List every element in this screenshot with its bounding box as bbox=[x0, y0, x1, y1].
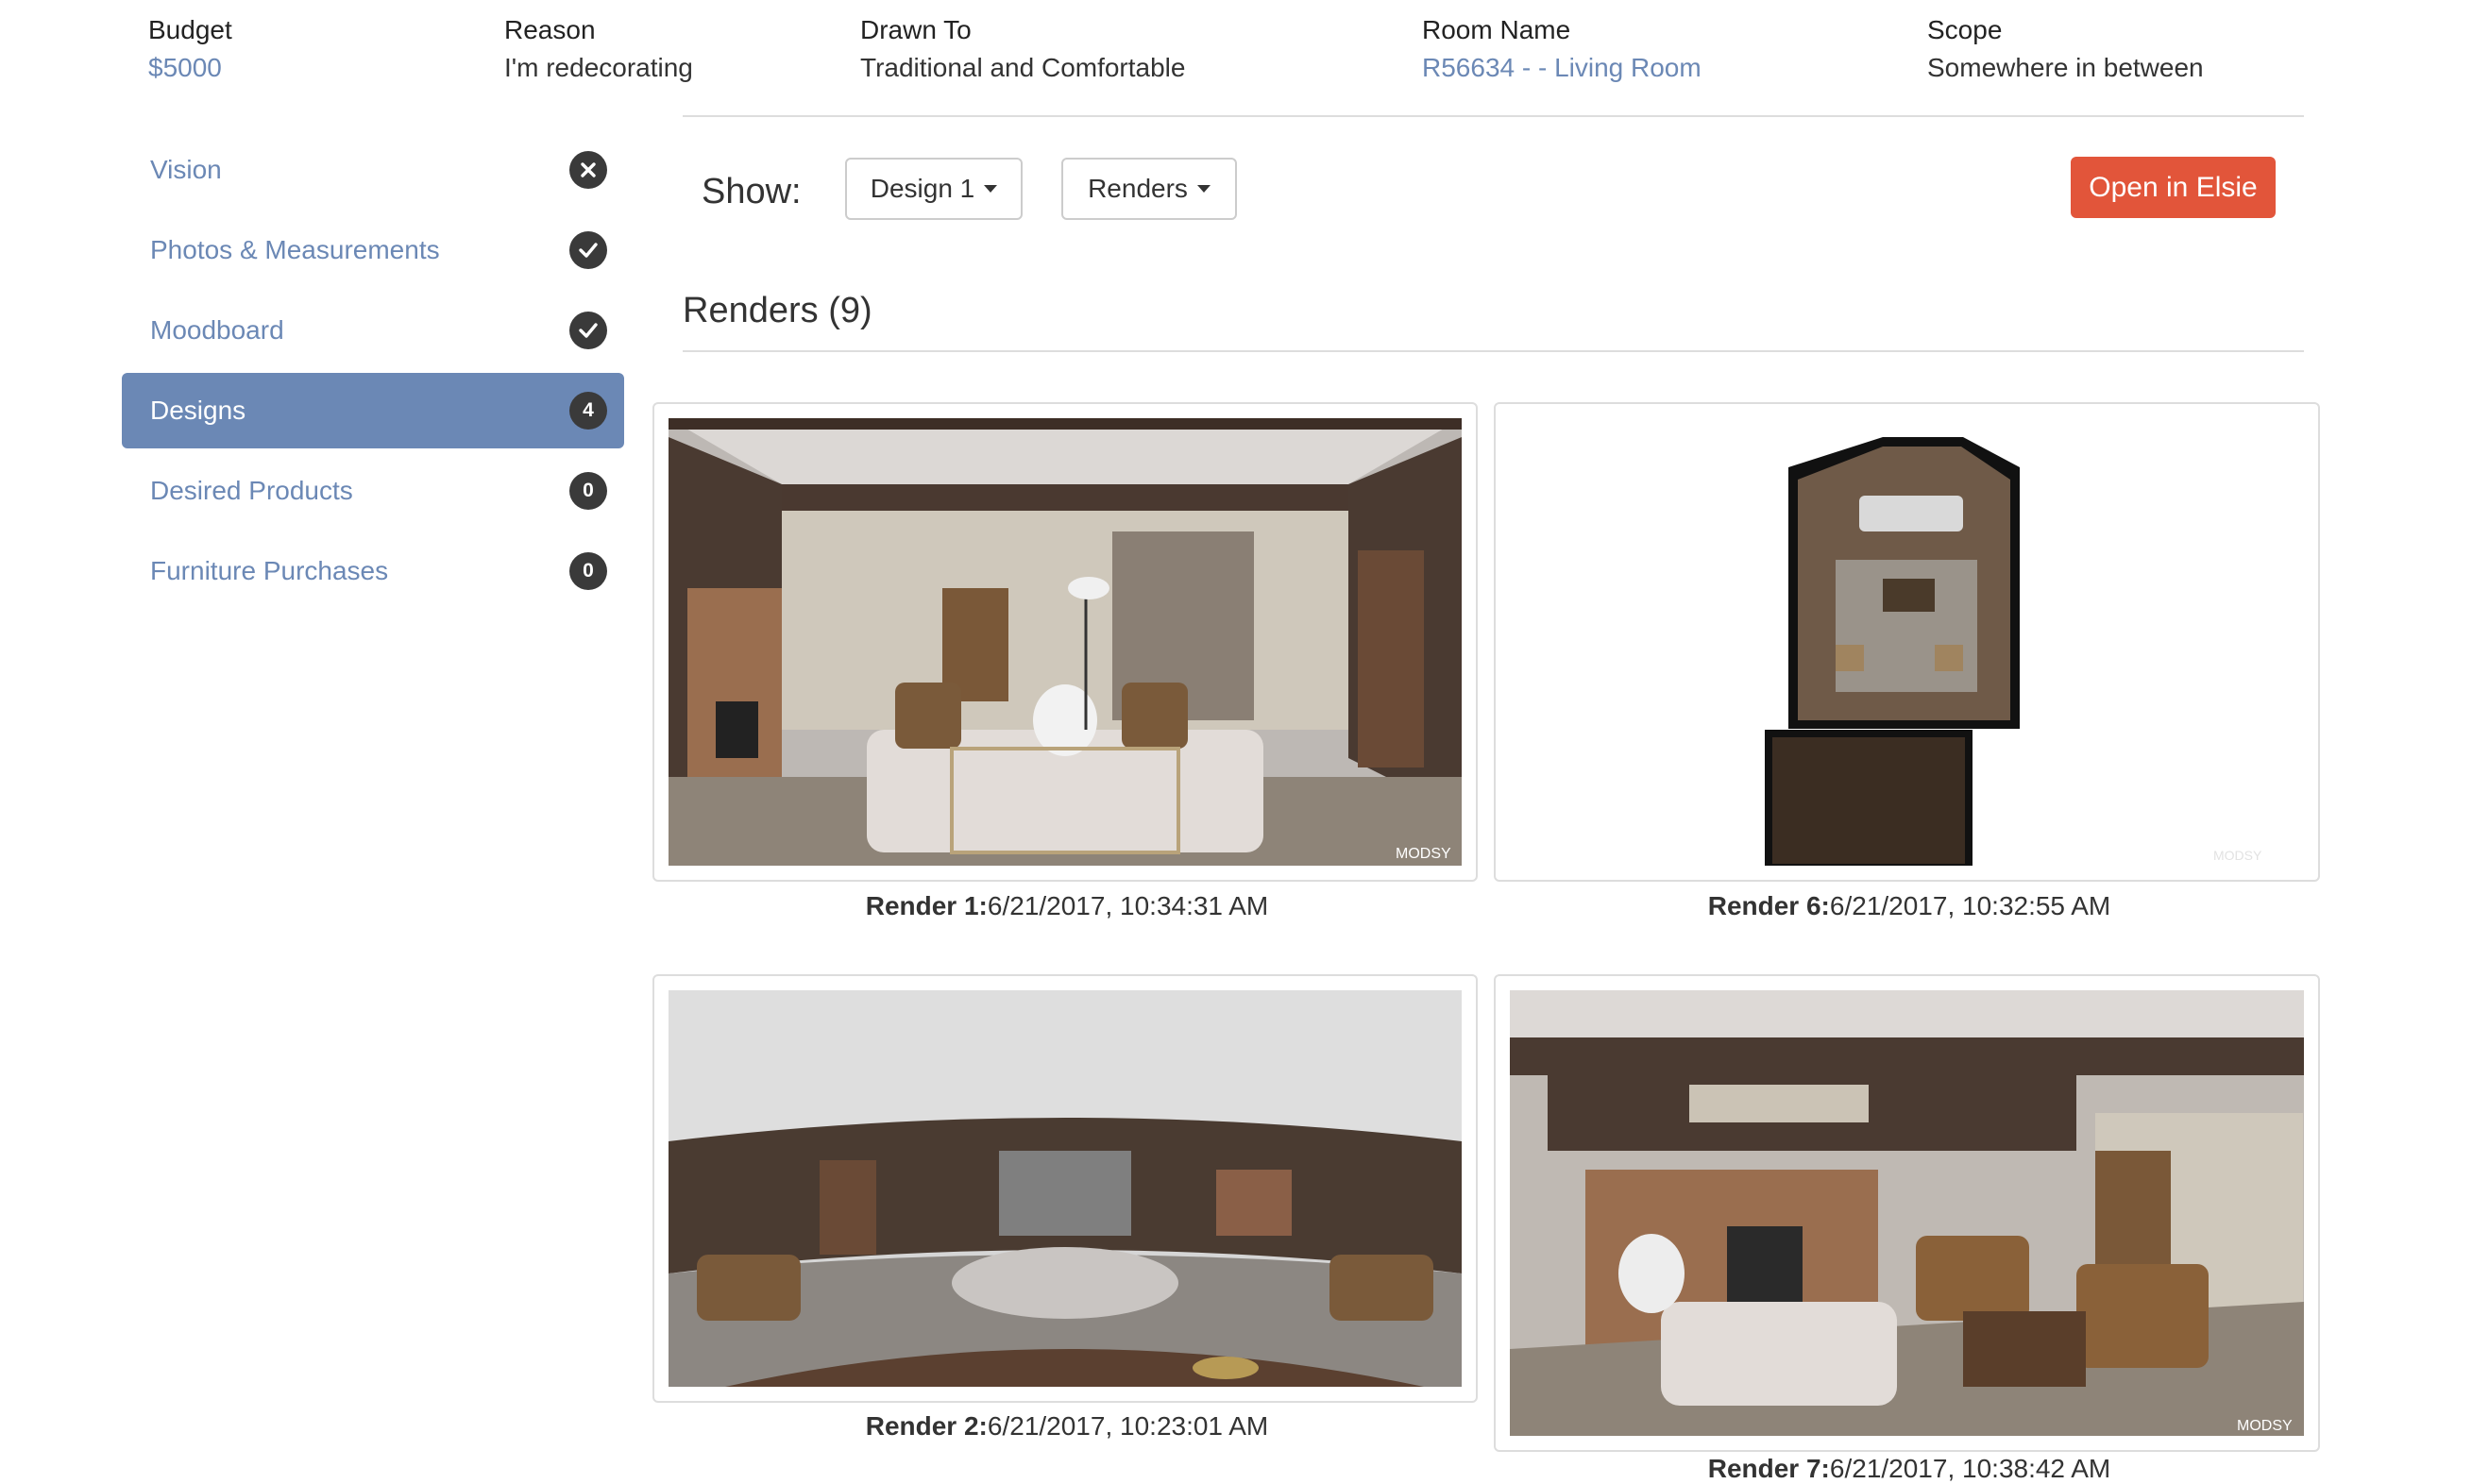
design-select-value: Design 1 bbox=[870, 174, 975, 203]
design-select[interactable]: Design 1 bbox=[845, 158, 1023, 220]
render-name: Render 6: bbox=[1707, 891, 1830, 920]
render-card[interactable]: MODSY bbox=[652, 402, 1478, 882]
watermark: MODSY bbox=[2213, 848, 2262, 863]
section-divider bbox=[683, 350, 2304, 352]
budget-label: Budget bbox=[148, 15, 232, 44]
reason-label: Reason bbox=[504, 15, 596, 44]
scope-value: Somewhere in between bbox=[1927, 53, 2204, 82]
room-name-info: Room Name R56634 - - Living Room bbox=[1422, 15, 1702, 83]
watermark: MODSY bbox=[2237, 1418, 2293, 1434]
caret-down-icon bbox=[984, 185, 998, 193]
watermark: MODSY bbox=[1396, 846, 1451, 862]
budget-info: Budget $5000 bbox=[148, 15, 232, 83]
view-select-value: Renders bbox=[1088, 174, 1188, 203]
render-timestamp: 6/21/2017, 10:32:55 AM bbox=[1829, 891, 2111, 920]
render-timestamp: 6/21/2017, 10:38:42 AM bbox=[1829, 1454, 2111, 1483]
render-caption: Render 2:6/21/2017, 10:23:01 AM bbox=[652, 1411, 1482, 1442]
drawn-to-value: Traditional and Comfortable bbox=[860, 53, 1186, 82]
reason-info: Reason I'm redecorating bbox=[504, 15, 693, 83]
show-label: Show: bbox=[702, 172, 802, 211]
sidebar-item-label: Designs bbox=[150, 396, 246, 425]
sidebar-item-furniture-purchases[interactable]: Furniture Purchases 0 bbox=[122, 533, 624, 609]
render-image bbox=[669, 990, 1462, 1387]
render-caption-7: Render 7:6/21/2017, 10:38:42 AM bbox=[1494, 1454, 2325, 1484]
drawn-to-info: Drawn To Traditional and Comfortable bbox=[860, 15, 1185, 83]
count-badge: 0 bbox=[569, 552, 607, 590]
x-icon bbox=[569, 151, 607, 189]
reason-value: I'm redecorating bbox=[504, 53, 693, 82]
view-select[interactable]: Renders bbox=[1061, 158, 1237, 220]
room-name-link[interactable]: R56634 - - Living Room bbox=[1422, 53, 1702, 83]
render-name: Render 7: bbox=[1707, 1454, 1830, 1483]
open-in-elsie-button[interactable]: Open in Elsie bbox=[2071, 157, 2276, 218]
sidebar-item-label: Desired Products bbox=[150, 476, 353, 505]
check-icon bbox=[569, 312, 607, 349]
render-caption: Render 1:6/21/2017, 10:34:31 AM bbox=[652, 891, 1482, 921]
render-card[interactable]: MODSY bbox=[1494, 402, 2320, 882]
budget-value[interactable]: $5000 bbox=[148, 53, 232, 83]
render-card[interactable] bbox=[652, 974, 1478, 1403]
render-card[interactable]: MODSY bbox=[1494, 974, 2320, 1452]
sidebar-item-vision[interactable]: Vision bbox=[122, 132, 624, 208]
sidebar-item-label: Furniture Purchases bbox=[150, 556, 389, 585]
render-image: MODSY bbox=[1510, 418, 2304, 866]
renders-heading: Renders (9) bbox=[683, 291, 872, 330]
scope-label: Scope bbox=[1927, 15, 2003, 44]
render-image: MODSY bbox=[669, 418, 1462, 866]
room-name-label: Room Name bbox=[1422, 15, 1571, 44]
count-badge: 0 bbox=[569, 472, 607, 510]
render-image: MODSY bbox=[1510, 990, 2304, 1436]
check-icon bbox=[569, 231, 607, 269]
scope-info: Scope Somewhere in between bbox=[1927, 15, 2204, 83]
sidebar-item-label: Moodboard bbox=[150, 315, 284, 345]
sidebar-item-moodboard[interactable]: Moodboard bbox=[122, 293, 624, 368]
render-caption: Render 6:6/21/2017, 10:32:55 AM bbox=[1494, 891, 2325, 921]
sidebar-item-photos-measurements[interactable]: Photos & Measurements bbox=[122, 212, 624, 288]
sidebar-item-label: Vision bbox=[150, 155, 222, 184]
count-badge: 4 bbox=[569, 392, 607, 430]
drawn-to-label: Drawn To bbox=[860, 15, 972, 44]
caret-down-icon bbox=[1196, 185, 1211, 193]
render-timestamp: 6/21/2017, 10:34:31 AM bbox=[987, 891, 1269, 920]
render-timestamp: 6/21/2017, 10:23:01 AM bbox=[987, 1411, 1269, 1441]
sidebar-item-desired-products[interactable]: Desired Products 0 bbox=[122, 453, 624, 529]
sidebar-nav: Vision Photos & Measurements Moodboard D… bbox=[122, 132, 624, 614]
render-name: Render 1: bbox=[865, 891, 988, 920]
header-divider bbox=[683, 115, 2304, 117]
sidebar-item-designs[interactable]: Designs 4 bbox=[122, 373, 624, 448]
render-name: Render 2: bbox=[865, 1411, 988, 1441]
sidebar-item-label: Photos & Measurements bbox=[150, 235, 440, 264]
